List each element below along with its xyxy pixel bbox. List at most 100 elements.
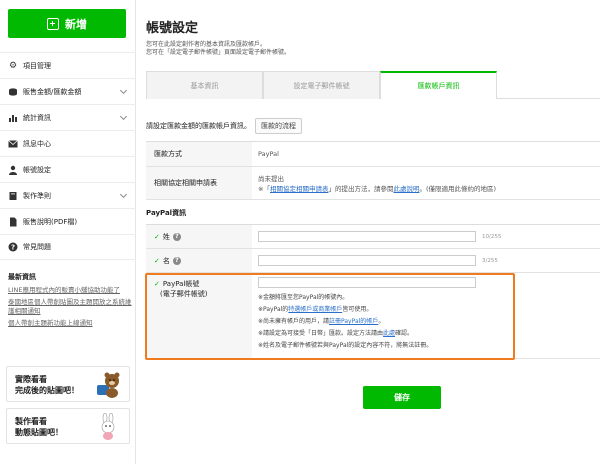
table-row: ✓ 名 ? 3/255 — [146, 249, 600, 273]
first-name-label: ✓ 名 ? — [146, 249, 252, 272]
promo-text: 製作看看 動態貼圖吧！ — [15, 416, 63, 438]
sidebar-item-faq[interactable]: ? 常見問題 — [0, 234, 136, 260]
sidebar-item-stats[interactable]: 統計資訊 — [0, 104, 136, 130]
agreement-help-link[interactable]: 此處說明 — [393, 185, 419, 193]
sidebar-item-label: 製作準則 — [23, 191, 51, 200]
agreement-label: 相關協定相關申請表 — [146, 167, 252, 199]
first-name-input[interactable] — [258, 255, 476, 266]
svg-text:?: ? — [11, 244, 15, 252]
note-text: ※尚未擁有帳戶的用戶，請 — [258, 318, 330, 325]
promo-line: 實際看看 — [15, 375, 47, 384]
note-line: ※尚未擁有帳戶的用戶，請註冊PayPal的帳戶。 — [258, 316, 594, 328]
news-title: 最新資訊 — [8, 273, 36, 281]
note-text: 。 — [378, 318, 385, 325]
sidebar-item-sales-pdf[interactable]: 販售說明(PDF檔) — [0, 208, 136, 234]
input-row: 10/255 — [258, 231, 594, 242]
premier-account-link[interactable]: 特選帳戶或商業帳戶 — [288, 306, 342, 313]
paypal-account-label: ✓ PayPal帳號 (電子郵件帳號) — [146, 273, 252, 358]
sidebar-item-messages[interactable]: 訊息中心 — [0, 130, 136, 156]
news-link[interactable]: 個人帶創主題新功能上線通知 — [8, 319, 132, 328]
agreement-status: 尚未提出 — [258, 175, 284, 183]
field-label: 姓 — [162, 232, 170, 241]
page-title: 帳號設定 — [146, 21, 199, 36]
promo-line: 製作看看 — [15, 417, 47, 426]
last-name-counter: 10/255 — [482, 233, 502, 240]
book-icon — [8, 191, 18, 201]
note-line: ※姓名及電子郵件帳號若與PayPal的設定內容不符，將無法註冊。 — [258, 342, 433, 349]
note-line: ※PayPal的特選帳戶或商業帳戶皆可使用。 — [258, 304, 594, 316]
input-row: 3/255 — [258, 255, 594, 266]
sidebar-item-label: 帳號設定 — [23, 165, 51, 174]
note-text: ※請設定為可接受「日幣」匯款。設定方法請由 — [258, 330, 384, 337]
promo-banner-preview[interactable]: 實際看看 完成後的貼圖吧！ — [6, 366, 130, 402]
sidebar-item-label: 販售金額/匯款金額 — [23, 87, 82, 96]
field-label: 名 — [162, 256, 170, 265]
sidebar-item-projects[interactable]: ⚙ 項目管理 — [0, 52, 136, 78]
help-icon: ? — [8, 242, 18, 252]
tab-payment-account[interactable]: 匯款帳戶資訊 — [380, 71, 497, 99]
register-paypal-link[interactable]: 註冊PayPal的帳戶 — [329, 318, 378, 325]
first-name-counter: 3/255 — [482, 257, 498, 264]
table-row: 匯款方式 PayPal — [146, 142, 600, 167]
account-label-line: ✓ PayPal帳號 — [154, 279, 199, 289]
sidebar-item-label: 販售說明(PDF檔) — [23, 217, 78, 226]
table-row: ✓ PayPal帳號 (電子郵件帳號) ※金額將匯至您PayPal的帳號內。 ※P… — [146, 273, 600, 359]
sidebar-item-account[interactable]: 帳號設定 — [0, 156, 136, 182]
news-section: 最新資訊 LINE應用程式內的販賣小舖協助功能了 泰國地區個人帶創貼圖及主題開放… — [8, 272, 132, 331]
promo-banner-animated[interactable]: 製作看看 動態貼圖吧！ — [6, 408, 130, 444]
yen-setting-link[interactable]: 此處 — [383, 330, 395, 337]
chevron-down-icon — [119, 86, 128, 95]
note-text: 皆可使用。 — [342, 306, 373, 313]
description-line: 您可在「設定電子郵件帳號」頁面設定電子郵件帳號。 — [146, 49, 291, 56]
last-name-label: ✓ 姓 ? — [146, 225, 252, 248]
sidebar-item-sales[interactable]: 販售金額/匯款金額 — [0, 78, 136, 104]
payment-method-label: 匯款方式 — [146, 142, 252, 166]
sidebar-menu: ⚙ 項目管理 販售金額/匯款金額 統計資訊 訊息中心 帳號設定 製作準則 販售說… — [0, 52, 136, 260]
chart-icon — [8, 113, 18, 123]
paypal-section-title: PayPal資訊 — [146, 209, 187, 217]
payment-method-value: PayPal — [258, 150, 279, 158]
last-name-value: 10/255 — [252, 225, 600, 248]
intro-row: 請設定匯款金額的匯款帳戶資訊。 匯款的流程 — [146, 118, 302, 134]
first-name-value: 3/255 — [252, 249, 600, 272]
document-icon — [8, 217, 18, 227]
check-icon: ✓ — [154, 256, 160, 265]
sidebar-item-label: 統計資訊 — [23, 113, 51, 122]
user-icon — [8, 165, 18, 175]
tab-basic-info[interactable]: 基本資訊 — [146, 71, 263, 99]
cony-rabbit-icon — [101, 413, 115, 440]
sidebar-item-label: 項目管理 — [23, 61, 51, 70]
news-link[interactable]: 泰國地區個人帶創貼圖及主題開放之系統維護相關通知 — [8, 298, 132, 316]
help-icon[interactable]: ? — [172, 232, 181, 241]
paypal-table: ✓ 姓 ? 10/255 ✓ 名 ? 3/255 ✓ PayPal帳號 (電子郵… — [146, 224, 600, 359]
help-icon[interactable]: ? — [172, 256, 181, 265]
promo-text: 實際看看 完成後的貼圖吧！ — [15, 374, 79, 396]
promo-line: 完成後的貼圖吧！ — [15, 386, 79, 395]
paypal-email-input[interactable] — [258, 277, 476, 288]
last-name-input[interactable] — [258, 231, 476, 242]
paypal-notes: ※金額將匯至您PayPal的帳號內。 ※PayPal的特選帳戶或商業帳戶皆可使用… — [258, 292, 594, 352]
check-icon: ✓ — [154, 232, 160, 241]
note-line: ※金額將匯至您PayPal的帳號內。 — [258, 294, 349, 301]
tab-email-settings[interactable]: 設定電子郵件帳號 — [263, 71, 380, 99]
page-description: 您可在此設定創作者的基本資訊及匯款帳戶。 您可在「設定電子郵件帳號」頁面設定電子… — [146, 41, 290, 57]
sidebar-item-label: 常見問題 — [23, 243, 51, 251]
agreement-value: 尚未提出 ※「相關協定相關申請表」的提出方法，請參閱此處說明。(僅限適用此條約的… — [252, 167, 600, 199]
sidebar-item-label: 訊息中心 — [23, 139, 51, 148]
payment-flow-button[interactable]: 匯款的流程 — [255, 118, 302, 134]
paypal-account-value: ※金額將匯至您PayPal的帳號內。 ※PayPal的特選帳戶或商業帳戶皆可使用… — [252, 273, 600, 358]
payment-method-table: 匯款方式 PayPal 相關協定相關申請表 尚未提出 ※「相關協定相關申請表」的… — [146, 141, 600, 200]
news-link[interactable]: LINE應用程式內的販賣小舖協助功能了 — [8, 286, 132, 295]
new-button[interactable]: 新增 — [8, 9, 126, 38]
field-label: PayPal帳號 — [162, 280, 200, 288]
save-button[interactable]: 儲存 — [363, 386, 441, 409]
sidebar-item-guidelines[interactable]: 製作準則 — [0, 182, 136, 208]
note-text: 。(僅限適用此條約的地區) — [419, 185, 497, 193]
promo-line: 動態貼圖吧！ — [15, 428, 63, 437]
agreement-form-link[interactable]: 相關協定相關申請表 — [270, 185, 329, 193]
note-text: ※PayPal的 — [258, 306, 289, 313]
tab-filler — [497, 71, 600, 98]
chevron-down-icon — [119, 112, 128, 121]
agreement-note: ※「相關協定相關申請表」的提出方法，請參閱此處說明。(僅限適用此條約的地區) — [258, 183, 594, 193]
new-button-label: 新增 — [65, 17, 87, 31]
